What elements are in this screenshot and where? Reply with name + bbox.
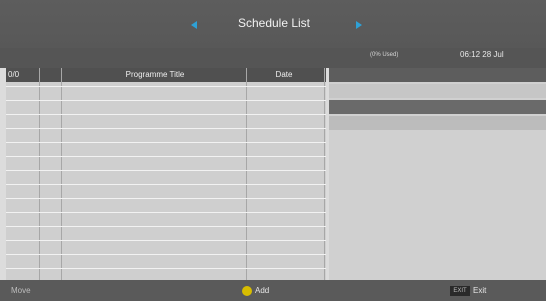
detail-row	[329, 100, 546, 114]
clock: 06:12 28 Jul	[460, 50, 504, 59]
list-counter: 0/0	[8, 70, 20, 79]
list-row-line	[6, 268, 326, 269]
list-header: 0/0 Programme Title Date	[6, 68, 326, 82]
list-row-line	[6, 156, 326, 157]
list-row-line	[6, 184, 326, 185]
column-date: Date	[275, 70, 293, 79]
detail-row	[329, 116, 546, 130]
schedule-list-screen: Schedule List (0% Used) 06:12 28 Jul 0/0…	[0, 0, 546, 301]
yellow-button-icon[interactable]	[242, 286, 252, 296]
list-row-line	[6, 142, 326, 143]
list-row-line	[6, 100, 326, 101]
storage-used: (0% Used)	[370, 52, 399, 58]
header-bar: Schedule List	[0, 0, 546, 48]
right-arrow-icon[interactable]	[356, 21, 362, 29]
add-hint[interactable]: Add	[255, 286, 269, 295]
detail-row	[329, 68, 546, 82]
list-row-line	[6, 128, 326, 129]
exit-icon[interactable]: EXIT	[450, 286, 470, 296]
schedule-list[interactable]: 0/0 Programme Title Date	[6, 68, 326, 280]
list-row-line	[6, 170, 326, 171]
column-programme-title: Programme Title	[125, 70, 185, 79]
detail-row	[329, 84, 546, 98]
list-row-line	[6, 198, 326, 199]
page-title: Schedule List	[237, 16, 311, 30]
list-row-line	[6, 254, 326, 255]
list-row-line	[6, 86, 326, 87]
status-bar: (0% Used) 06:12 28 Jul	[0, 48, 546, 68]
list-row-line	[6, 212, 326, 213]
move-hint: Move	[11, 286, 31, 295]
list-row-line	[6, 226, 326, 227]
list-row-line	[6, 240, 326, 241]
list-row-line	[6, 114, 326, 115]
exit-hint[interactable]: Exit	[473, 286, 486, 295]
footer-hints: Move Add EXIT Exit	[0, 280, 546, 301]
details-panel	[329, 68, 546, 280]
left-arrow-icon[interactable]	[191, 21, 197, 29]
